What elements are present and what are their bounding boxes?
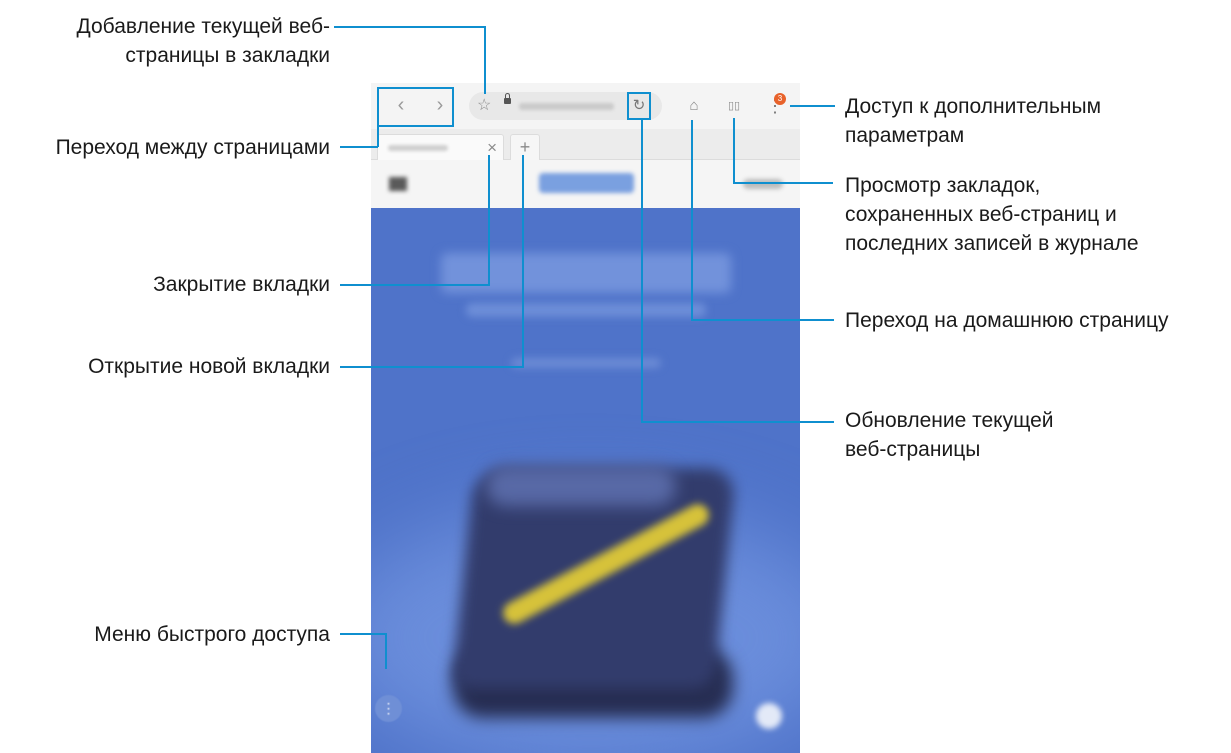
home-page-label: Переход на домашнюю страницу	[845, 309, 1169, 332]
lock-icon	[504, 93, 511, 104]
tab-strip: × +	[371, 129, 800, 160]
open-new-tab-label: Открытие новой вкладки	[88, 355, 330, 378]
hero-heading	[441, 253, 731, 293]
bookmarks-icon[interactable]: ▯▯	[722, 93, 746, 119]
web-page-hero: ⋮	[371, 208, 800, 753]
site-logo	[539, 173, 634, 193]
quick-access-button[interactable]: ⋮	[375, 695, 402, 722]
reload-icon[interactable]: ↻	[627, 92, 651, 120]
quick-access-menu-label: Меню быстрого доступа	[94, 623, 330, 646]
notification-badge: 3	[774, 93, 786, 105]
site-menu-icon	[389, 177, 407, 191]
forward-icon[interactable]: ›	[426, 91, 454, 119]
site-header-icons	[743, 179, 783, 189]
browser-toolbar: ‹ › ☆ ↻ ⌂ ▯▯ ⋮ 3	[371, 83, 800, 129]
tab-title	[388, 145, 448, 151]
browser-tab[interactable]: ×	[377, 134, 504, 160]
view-bookmarks-label: Просмотр закладок, сохраненных веб-стран…	[845, 174, 1139, 255]
refresh-page-label: Обновление текущей веб-страницы	[845, 409, 1054, 461]
url-text	[519, 103, 614, 110]
back-icon[interactable]: ‹	[387, 91, 415, 119]
new-tab-button[interactable]: +	[510, 134, 540, 160]
more-options-label: Доступ к дополнительным параметрам	[845, 95, 1102, 147]
zoom-icon	[756, 703, 782, 729]
web-page-header	[371, 160, 800, 208]
bookmark-add-label: Добавление текущей веб- страницы в закла…	[76, 15, 330, 67]
hero-links	[511, 358, 661, 368]
hero-subheading	[466, 303, 706, 317]
navigate-pages-label: Переход между страницами	[55, 136, 330, 159]
close-tab-label: Закрытие вкладки	[153, 273, 330, 296]
star-icon[interactable]: ☆	[477, 95, 491, 115]
home-icon[interactable]: ⌂	[682, 93, 706, 119]
